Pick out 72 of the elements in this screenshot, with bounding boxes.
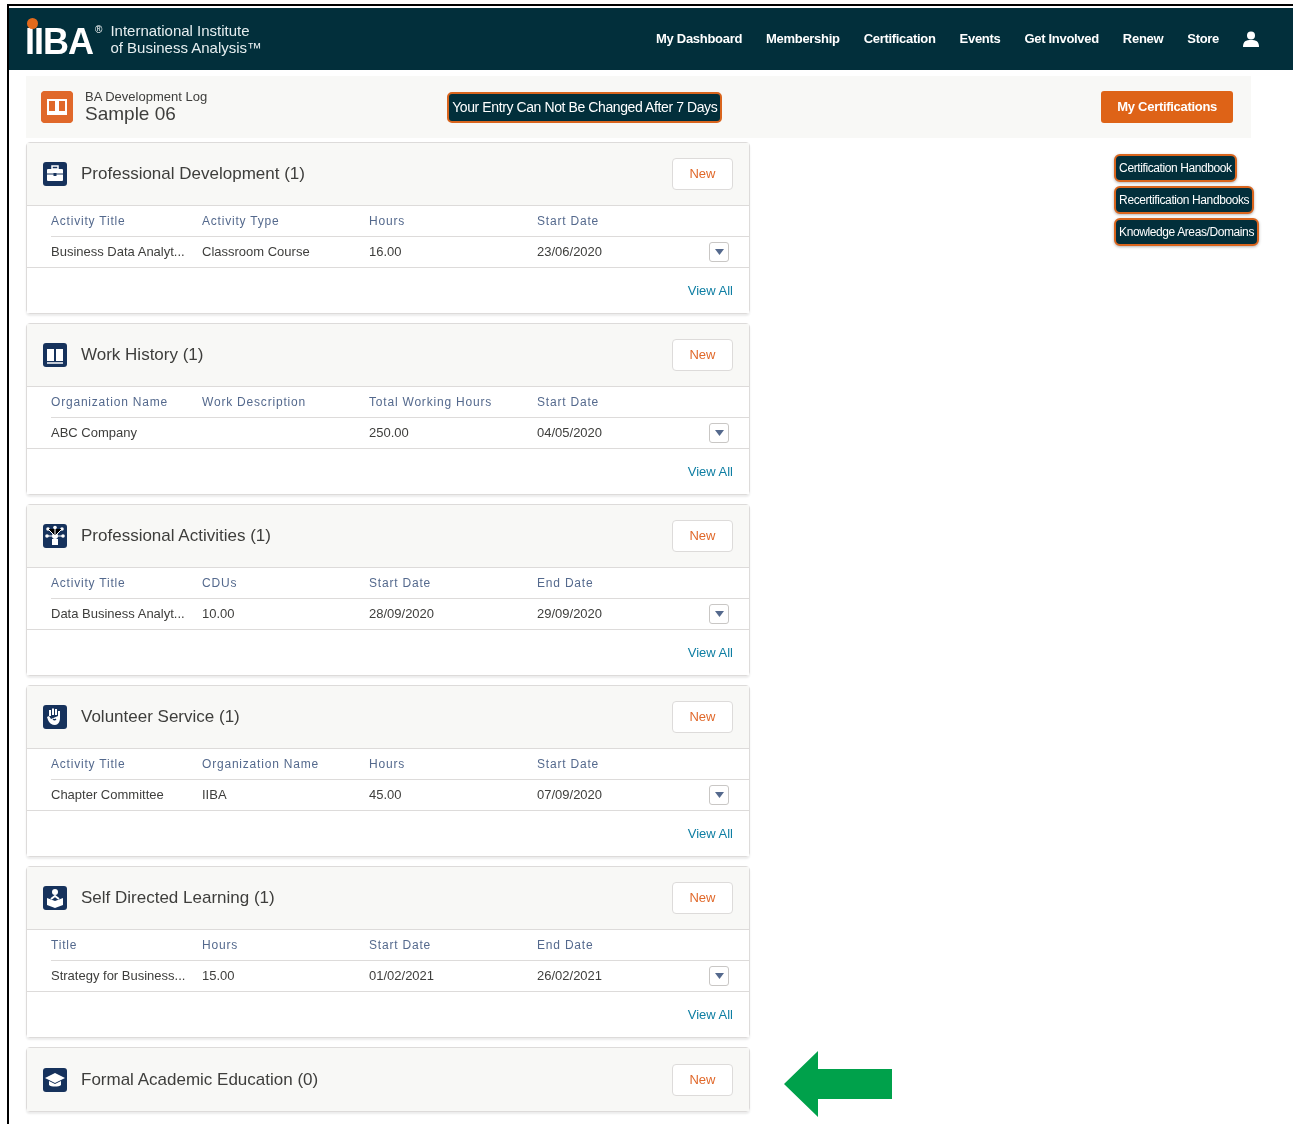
new-button[interactable]: New — [672, 339, 733, 371]
nav-link[interactable]: Certification — [863, 29, 936, 49]
view-all-link[interactable]: View All — [687, 1004, 733, 1025]
briefcase-icon — [42, 161, 68, 187]
hand-icon — [42, 704, 68, 730]
table-cell-text: 10.00 — [202, 605, 236, 623]
caret-icon — [714, 973, 724, 979]
my-certifications-button[interactable]: My Certifications — [1101, 91, 1233, 123]
handbook-button[interactable]: Recertification Handbooks — [1114, 186, 1255, 214]
table-cell-text: IIBA — [202, 786, 228, 804]
handbook-button[interactable]: Knowledge Areas/Domains — [1114, 218, 1259, 246]
view-all-link[interactable]: View All — [687, 280, 733, 301]
table-cell-text: 07/09/2020 — [537, 786, 604, 804]
graduation-cap-icon — [42, 1066, 68, 1093]
caret-icon — [714, 611, 724, 617]
user-icon[interactable] — [1243, 31, 1259, 47]
table-cell-text: Data Business Analyt... — [51, 605, 186, 623]
nav-link[interactable]: Get Involved — [1024, 29, 1099, 49]
notice-banner: Your Entry Can Not Be Changed After 7 Days — [447, 91, 723, 123]
row-menu-button[interactable] — [709, 785, 729, 805]
view-all-link[interactable]: View All — [687, 642, 733, 663]
caret-icon — [714, 249, 724, 255]
table-cell-text: Classroom Course — [202, 243, 311, 261]
book-icon — [42, 342, 68, 368]
new-button[interactable]: New — [672, 701, 733, 733]
logo[interactable]: IIBA — [25, 18, 95, 60]
caret-icon — [714, 792, 724, 798]
table-cell-text: Strategy for Business... — [51, 967, 187, 985]
page-subtitle: BA Development Log — [85, 90, 208, 104]
row-menu-button[interactable] — [709, 242, 729, 262]
book-icon — [41, 91, 73, 123]
nav-link[interactable]: Renew — [1122, 29, 1164, 49]
table-cell-text: 28/09/2020 — [369, 605, 436, 623]
caret-icon — [714, 430, 724, 436]
org-name-line: of Business Analysis™ — [110, 39, 263, 56]
section-title: Self Directed Learning (1) — [81, 887, 275, 910]
network-icon — [42, 523, 68, 549]
new-button[interactable]: New — [672, 1063, 733, 1096]
new-button[interactable]: New — [672, 520, 733, 552]
section-title: Work History (1) — [81, 344, 204, 367]
row-menu-button[interactable] — [709, 423, 729, 443]
nav-link[interactable]: My Dashboard — [656, 29, 743, 49]
nav-link[interactable]: Membership — [766, 29, 840, 49]
nav-link[interactable]: Store — [1187, 29, 1219, 49]
table-cell-text: 29/09/2020 — [537, 605, 604, 623]
row-menu-button[interactable] — [709, 966, 729, 986]
table-cell-text: ABC Company — [51, 424, 138, 442]
table-cell-text: Chapter Committee — [51, 786, 165, 804]
nav-link[interactable]: Events — [959, 29, 1001, 49]
table-cell-text: 250.00 — [369, 424, 410, 442]
table-cell-text: 16.00 — [369, 243, 403, 261]
table-cell-text: 01/02/2021 — [369, 967, 436, 985]
view-all-link[interactable]: View All — [687, 461, 733, 482]
table-cell-text: 45.00 — [369, 786, 403, 804]
section-title: Volunteer Service (1) — [81, 706, 240, 729]
table-cell-text: 26/02/2021 — [537, 967, 604, 985]
new-button[interactable]: New — [672, 882, 733, 914]
table-cell-text: 04/05/2020 — [537, 424, 604, 442]
handbook-button[interactable]: Certification Handbook — [1114, 154, 1237, 182]
table-cell-text: 15.00 — [202, 967, 236, 985]
section-title: Formal Academic Education (0) — [81, 1068, 319, 1091]
table-cell-text: Business Data Analyt... — [51, 243, 186, 261]
table-cell-text: 23/06/2020 — [537, 243, 604, 261]
reader-icon — [42, 885, 68, 911]
section-title: Professional Activities (1) — [81, 525, 271, 548]
registered-mark: ® — [95, 23, 103, 37]
view-all-link[interactable]: View All — [687, 823, 733, 844]
page-title: Sample 06 — [85, 104, 176, 124]
new-button[interactable]: New — [672, 158, 733, 190]
section-title: Professional Development (1) — [81, 163, 305, 186]
row-menu-button[interactable] — [709, 604, 729, 624]
org-name-line: International Institute — [110, 22, 251, 39]
